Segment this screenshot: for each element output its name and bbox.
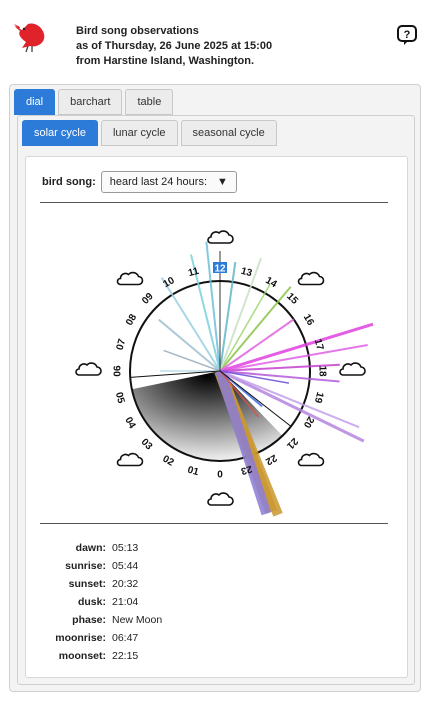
hour-label: 13: [240, 266, 254, 280]
observation-ray: [163, 349, 221, 372]
solar-dial: 0 01 02 0304 05 06 07 0809 10 11 12 13 14 1516 17 18 19 2…: [75, 230, 374, 517]
hour-label: 17: [312, 338, 326, 352]
moon-phase-row: phase: New Moon: [72, 614, 163, 626]
bird-song-select[interactable]: heard last 24 hours: ▼: [100, 171, 237, 193]
hour-label: 09: [140, 291, 156, 307]
dial-panel: solar cycle lunar cycle seasonal cycle b…: [17, 115, 415, 685]
title-line-2: as of Thursday, 26 June 2025 at 15:00: [76, 40, 273, 52]
page-title: Bird song observations as of Thursday, 2…: [76, 24, 272, 69]
cloud-icon: [207, 492, 234, 506]
hour-label: 02: [160, 454, 176, 469]
moonrise-row: moonrise: 06:47: [55, 632, 139, 644]
sun-moon-info: dawn: 05:13 sunrise: 05:44 sunset: 20:32 du…: [42, 539, 162, 665]
hour-label: 19: [312, 391, 326, 405]
tab-table[interactable]: table: [125, 89, 174, 115]
moonset-row: moonset: 22:15: [58, 650, 139, 662]
cloud-icon: [297, 452, 325, 467]
hour-label: 22: [263, 452, 279, 467]
question-bubble-icon[interactable]: ?: [396, 24, 418, 46]
bird-song-row: bird song: heard last 24 hours: ▼: [42, 171, 237, 193]
hour-label: 0: [217, 470, 223, 481]
header: Bird song observations as of Thursday, 2…: [0, 0, 430, 80]
divider-bottom: [40, 523, 388, 524]
cloud-icon: [297, 271, 325, 286]
hour-label: 05: [113, 391, 127, 405]
cloud-icon: [75, 362, 102, 376]
dial-night-sector: [131, 371, 283, 462]
hour-label: 03: [139, 437, 155, 453]
hour-label: 14: [263, 275, 279, 290]
hour-label: 10: [161, 275, 177, 290]
hour-label: 04: [122, 415, 137, 431]
tab-solar-cycle[interactable]: solar cycle: [22, 120, 98, 146]
main-panel: dial barchart table solar cycle lunar cy…: [9, 84, 421, 692]
observation-ray: [158, 318, 221, 372]
hour-label: 06: [113, 365, 124, 377]
divider-top: [40, 202, 388, 203]
hour-label: 12: [214, 264, 226, 275]
hour-label: 18: [317, 365, 328, 377]
dusk-row: dusk: 21:04: [77, 596, 139, 608]
hour-label: 21: [284, 435, 300, 451]
title-line-1: Bird song observations: [76, 25, 199, 37]
sunrise-row: sunrise: 05:44: [65, 560, 139, 572]
solar-cycle-content: bird song: heard last 24 hours: ▼ 0 01 02 0…: [25, 156, 408, 678]
cloud-icon: [207, 230, 234, 244]
hour-label: 07: [115, 337, 129, 351]
sunset-row: sunset: 20:32: [68, 578, 139, 590]
hour-label: 15: [284, 291, 300, 307]
hour-label: 16: [301, 312, 316, 328]
title-line-3: from Harstine Island, Washington.: [76, 55, 255, 67]
hour-label: 23: [239, 463, 253, 477]
tab-lunar-cycle[interactable]: lunar cycle: [100, 120, 178, 146]
tab-dial[interactable]: dial: [14, 89, 56, 115]
tab-seasonal-cycle[interactable]: seasonal cycle: [180, 120, 277, 146]
dawn-row: dawn: 05:13: [75, 542, 139, 554]
cycle-tabs: solar cycle lunar cycle seasonal cycle: [22, 120, 277, 146]
hour-label: 08: [124, 312, 139, 328]
chevron-down-icon: ▼: [217, 176, 228, 188]
bird-song-selected: heard last 24 hours:: [109, 176, 208, 188]
hour-label: 11: [187, 266, 200, 279]
cloud-icon: [116, 452, 144, 467]
tab-barchart[interactable]: barchart: [58, 89, 123, 115]
svg-text:?: ?: [404, 29, 411, 41]
red-bird-icon: [14, 23, 45, 53]
hour-label: 01: [186, 465, 200, 479]
cloud-icon: [339, 362, 366, 376]
cloud-icon: [116, 271, 144, 286]
bird-song-label: bird song:: [42, 176, 96, 188]
